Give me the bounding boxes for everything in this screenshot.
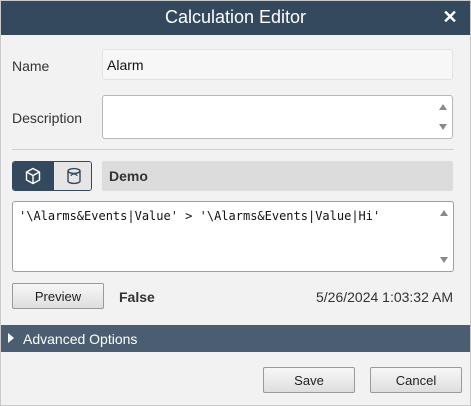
save-button[interactable]: Save (263, 367, 355, 393)
name-label: Name (12, 58, 50, 74)
preview-button[interactable]: Preview (12, 283, 104, 309)
mode-toggle (12, 161, 92, 191)
scroll-down-icon[interactable] (439, 256, 449, 264)
description-field[interactable] (102, 95, 453, 139)
database-icon (66, 167, 81, 185)
name-field[interactable] (102, 49, 453, 80)
dialog-title: Calculation Editor (164, 7, 307, 27)
scroll-down-icon[interactable] (438, 123, 448, 131)
context-label: Demo (109, 168, 148, 184)
advanced-options-toggle[interactable]: Advanced Options (1, 325, 470, 352)
database-mode-button[interactable] (53, 162, 91, 190)
divider (12, 149, 454, 150)
cancel-button[interactable]: Cancel (370, 367, 462, 393)
formula-text: '\Alarms&Events|Value' > '\Alarms&Events… (19, 209, 381, 223)
title-bar: Calculation Editor ✕ (1, 1, 470, 35)
close-icon[interactable]: ✕ (440, 7, 460, 27)
calculation-editor-dialog: Calculation Editor ✕ Name Description De… (0, 0, 471, 406)
formula-editor[interactable]: '\Alarms&Events|Value' > '\Alarms&Events… (12, 201, 454, 272)
cube-icon (25, 167, 41, 185)
scroll-up-icon[interactable] (438, 103, 448, 111)
preview-result: False (119, 289, 155, 305)
advanced-options-label: Advanced Options (23, 331, 138, 347)
scroll-up-icon[interactable] (439, 209, 449, 217)
expand-triangle-icon (8, 333, 14, 343)
context-bar: Demo (102, 161, 453, 191)
asset-mode-button[interactable] (13, 162, 53, 190)
preview-timestamp: 5/26/2024 1:03:32 AM (316, 289, 453, 305)
description-label: Description (12, 110, 83, 126)
